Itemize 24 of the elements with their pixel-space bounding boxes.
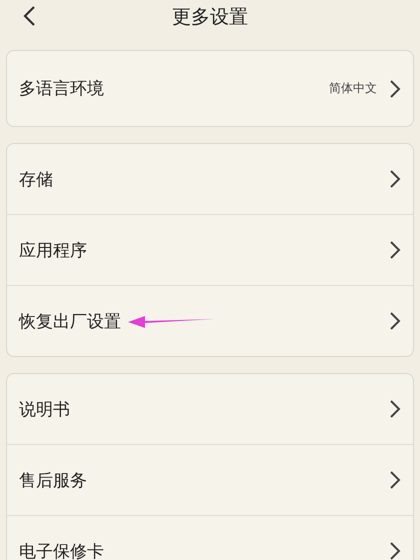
row-label: 电子保修卡 xyxy=(19,540,104,560)
page-title: 更多设置 xyxy=(172,5,248,30)
chevron-icon xyxy=(389,78,401,98)
chevron-icon xyxy=(389,311,401,331)
row-value: 简体中文 xyxy=(329,80,377,97)
row-label: 说明书 xyxy=(19,398,70,420)
chevron-icon xyxy=(389,541,401,560)
row-label: 售后服务 xyxy=(19,470,87,492)
settings-row[interactable]: 应用程序 xyxy=(7,214,413,285)
settings-row[interactable]: 说明书 xyxy=(7,374,413,444)
settings-row[interactable]: 电子保修卡 xyxy=(7,515,413,560)
chevron-icon xyxy=(389,169,401,189)
chevron-icon xyxy=(389,470,401,490)
settings-row[interactable]: 恢复出厂设置 xyxy=(7,285,413,356)
settings-row[interactable]: 售后服务 xyxy=(7,444,413,515)
row-label: 应用程序 xyxy=(19,240,87,262)
row-label: 多语言环境 xyxy=(19,78,104,100)
row-label: 恢复出厂设置 xyxy=(19,310,121,332)
row-label: 存储 xyxy=(19,168,53,190)
back-icon[interactable] xyxy=(22,5,36,27)
chevron-icon xyxy=(389,399,401,419)
chevron-icon xyxy=(389,240,401,260)
settings-row[interactable]: 多语言环境 简体中文 xyxy=(7,51,413,126)
settings-row[interactable]: 存储 xyxy=(7,144,413,214)
